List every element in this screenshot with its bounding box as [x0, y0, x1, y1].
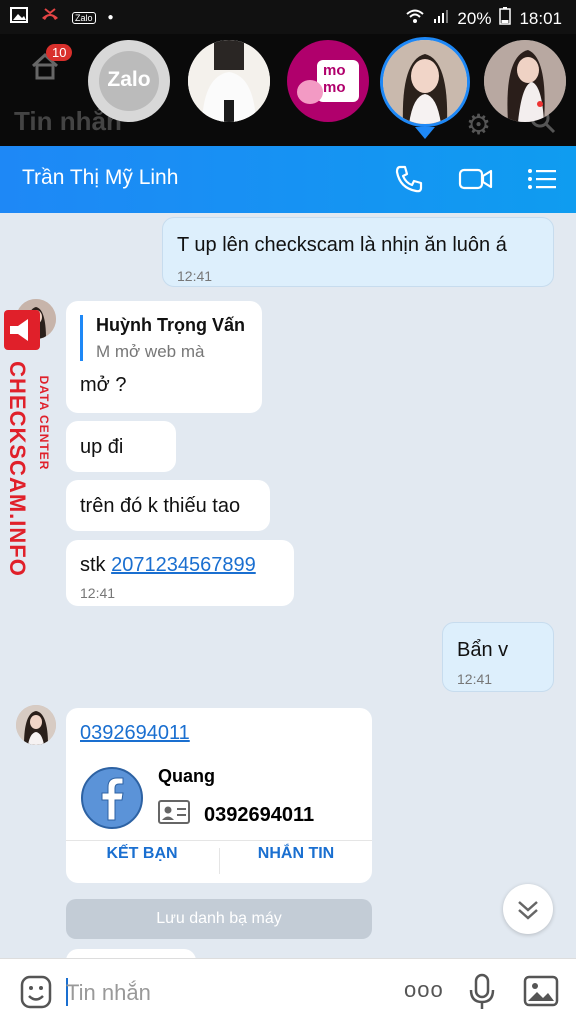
signal-icon: [433, 8, 449, 29]
message-list[interactable]: T up lên checkscam là nhịn ăn luôn á 12:…: [0, 213, 576, 958]
clock: 18:01: [519, 8, 562, 28]
video-call-icon[interactable]: [458, 164, 494, 199]
more-options-icon[interactable]: ooo: [404, 977, 444, 1003]
message-bubble-mine[interactable]: Bẩn v 12:41: [442, 622, 554, 692]
menu-list-icon[interactable]: [526, 164, 558, 199]
missed-call-icon: [40, 7, 60, 28]
message-text: mở ?: [80, 374, 127, 396]
send-message-button[interactable]: NHẮN TIN: [220, 845, 372, 863]
message-bubble[interactable]: trên đó k thiếu tao: [66, 480, 270, 531]
chathead-contact-1[interactable]: [188, 40, 270, 122]
message-time: 12:41: [457, 671, 493, 687]
message-time: 12:41: [80, 585, 116, 601]
quote-bar: [80, 315, 83, 361]
megaphone-icon: [4, 310, 40, 350]
battery-percent: 20%: [457, 8, 492, 28]
zalo-logo: Zalo: [107, 68, 151, 91]
sticker-icon[interactable]: [20, 975, 52, 1014]
image-gallery-icon[interactable]: [523, 975, 559, 1012]
contact-name: Quang: [158, 766, 215, 786]
id-card-icon: [158, 800, 190, 829]
message-input-bar: Tin nhắn ooo: [0, 958, 576, 1025]
status-bar: Zalo ● 20% 18:01: [0, 0, 576, 34]
chevron-down-icon: [518, 901, 538, 920]
message-bubble-reply[interactable]: Huỳnh Trọng Vấn M mở web mà mở ?: [66, 301, 262, 413]
avatar[interactable]: [16, 705, 56, 745]
facebook-icon: [80, 766, 144, 835]
contact-card[interactable]: 0392694011 Quang 0392694011 KẾT BẠN NHẮN…: [66, 708, 372, 883]
chat-heads-bar: 10 Tin nhắn ⚙ Zalo mo mo: [0, 34, 576, 146]
message-bubble-partial[interactable]: [66, 949, 196, 958]
message-text: up đi: [80, 436, 124, 458]
add-friend-button[interactable]: KẾT BẠN: [66, 845, 218, 863]
notification-badge: 10: [46, 44, 73, 61]
phone-call-icon[interactable]: [394, 164, 424, 199]
chat-header: Trần Thị Mỹ Linh: [0, 146, 576, 213]
quote-text: M mở web mà: [96, 342, 205, 361]
gear-icon: ⚙: [466, 109, 492, 140]
contact-phone-link[interactable]: 0392694011: [80, 722, 190, 745]
message-text: trên đó k thiếu tao: [80, 495, 241, 517]
watermark-sub: DATA CENTER: [37, 375, 51, 471]
message-time: 12:41: [177, 268, 213, 284]
save-contact-button[interactable]: Lưu danh bạ máy: [66, 899, 372, 939]
message-bubble-mine[interactable]: T up lên checkscam là nhịn ăn luôn á 12:…: [162, 217, 554, 287]
message-text: Bẩn v: [457, 639, 509, 661]
dot-icon: ●: [107, 12, 114, 23]
message-input[interactable]: Tin nhắn: [66, 980, 151, 1006]
message-bubble[interactable]: up đi: [66, 421, 176, 472]
active-pointer: [415, 127, 435, 139]
watermark: CHECKSCAM.INFO DATA CENTER: [4, 310, 60, 590]
account-number-link[interactable]: 2071234567899: [111, 554, 256, 576]
message-text: stk: [80, 554, 106, 576]
avatar-photo: [383, 40, 467, 124]
divider: [66, 840, 372, 841]
watermark-brand: CHECKSCAM.INFO: [5, 361, 30, 577]
chathead-momo[interactable]: mo mo: [287, 40, 369, 122]
microphone-icon[interactable]: [468, 973, 496, 1016]
image-notification-icon: [10, 7, 28, 28]
chathead-active-contact[interactable]: [380, 37, 470, 127]
momo-logo: mo mo: [323, 62, 346, 96]
contact-name[interactable]: Trần Thị Mỹ Linh: [22, 166, 178, 190]
avatar-photo: [484, 40, 566, 122]
contact-phone: 0392694011: [204, 804, 315, 826]
scroll-down-button[interactable]: [503, 884, 553, 934]
message-bubble[interactable]: stk 2071234567899 12:41: [66, 540, 294, 606]
message-text: T up lên checkscam là nhịn ăn luôn á: [177, 234, 507, 256]
wifi-icon: [405, 8, 425, 29]
avatar-photo: [188, 40, 270, 122]
battery-icon: [499, 7, 512, 30]
chathead-zalo[interactable]: Zalo: [88, 40, 170, 122]
quote-author: Huỳnh Trọng Vấn: [96, 315, 246, 335]
chathead-contact-3[interactable]: [484, 40, 566, 122]
zalo-notification-icon: Zalo: [72, 11, 96, 24]
